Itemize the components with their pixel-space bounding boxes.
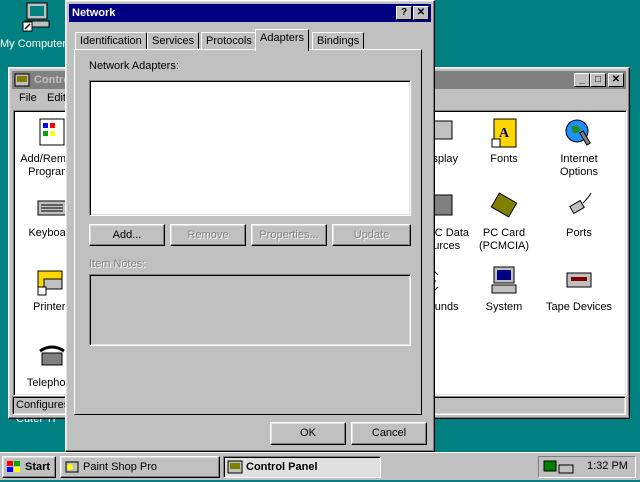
ports-icon: [569, 192, 592, 215]
my-computer-label: My Computer: [0, 38, 67, 50]
ok-button[interactable]: OK: [270, 422, 346, 445]
network-dialog: Network ? ✕ Identification Services Prot…: [65, 0, 435, 452]
keyboard-icon: [37, 200, 67, 216]
add-button[interactable]: Add...: [89, 224, 165, 246]
printers-icon: [37, 270, 63, 296]
task-control-panel[interactable]: Control Panel: [223, 456, 381, 478]
my-computer-icon[interactable]: [22, 2, 52, 32]
control-panel-title-icon: [14, 72, 30, 94]
close-button[interactable]: ✕: [413, 6, 429, 20]
svg-text:A: A: [499, 126, 510, 141]
network-adapters-label: Network Adapters:: [89, 60, 179, 72]
task-label: Control Panel: [246, 461, 318, 473]
system-tray: 1:32 PM: [538, 456, 636, 478]
cp-item-label: Internet Options: [560, 153, 598, 178]
windows-logo-icon: [6, 460, 22, 481]
add-remove-programs-icon: [39, 118, 65, 146]
network-tray-icon[interactable]: [543, 459, 575, 478]
adapters-tab-panel: Network Adapters: Add... Remove Properti…: [74, 49, 422, 415]
cp-item-system[interactable]: System: [466, 265, 542, 314]
start-button[interactable]: Start: [2, 456, 56, 478]
cp-item-label: Ports: [566, 227, 592, 239]
remove-button[interactable]: Remove: [170, 224, 246, 246]
tape-devices-icon: [566, 272, 592, 288]
tab-services[interactable]: Services: [147, 32, 200, 50]
taskbar: Start Paint Shop Pro Control Panel 1:32 …: [0, 452, 640, 480]
network-titlebar[interactable]: Network ? ✕: [69, 4, 431, 22]
internet-options-icon: [565, 119, 591, 146]
cp-item-tape-devices[interactable]: Tape Devices: [541, 265, 617, 314]
paint-shop-pro-icon: [64, 459, 80, 482]
control-panel-icon: [227, 459, 243, 482]
cp-item-ports[interactable]: Ports: [541, 191, 617, 240]
fonts-icon: A: [491, 118, 517, 148]
item-notes-box: [89, 274, 411, 346]
cp-item-label: Tape Devices: [545, 301, 613, 313]
item-notes-label: Item Notes:: [89, 258, 146, 270]
task-label: Paint Shop Pro: [83, 461, 157, 473]
help-button[interactable]: ?: [396, 6, 412, 20]
maximize-button[interactable]: □: [590, 73, 606, 87]
cp-item-label: Fonts: [490, 153, 518, 165]
adapters-list[interactable]: [89, 80, 411, 216]
cp-item-label: PC Card (PCMCIA): [478, 227, 530, 252]
tab-protocols[interactable]: Protocols: [201, 32, 257, 50]
close-button[interactable]: ✕: [608, 73, 624, 87]
cp-item-label: System: [485, 301, 523, 313]
tab-bindings[interactable]: Bindings: [312, 32, 365, 50]
system-icon: [491, 266, 517, 294]
clock[interactable]: 1:32 PM: [587, 460, 628, 472]
telephony-icon: [39, 345, 65, 366]
task-paint-shop-pro[interactable]: Paint Shop Pro: [60, 456, 220, 478]
properties-button[interactable]: Properties...: [251, 224, 327, 246]
tab-identification[interactable]: Identification: [75, 32, 147, 50]
status-text: Configures: [16, 399, 70, 411]
update-button[interactable]: Update: [332, 224, 411, 246]
minimize-button[interactable]: _: [574, 73, 590, 87]
cp-item-fonts[interactable]: A Fonts: [466, 117, 542, 166]
start-label: Start: [25, 461, 51, 473]
network-title: Network: [72, 7, 116, 19]
pc-card-icon: [490, 192, 518, 218]
menu-edit[interactable]: Edit: [47, 92, 66, 104]
menu-file[interactable]: File: [19, 92, 37, 104]
cancel-button[interactable]: Cancel: [351, 422, 427, 445]
cp-item-internet-options[interactable]: Internet Options: [541, 117, 617, 179]
cp-item-pc-card[interactable]: PC Card (PCMCIA): [466, 191, 542, 253]
tab-adapters[interactable]: Adapters: [255, 29, 310, 51]
